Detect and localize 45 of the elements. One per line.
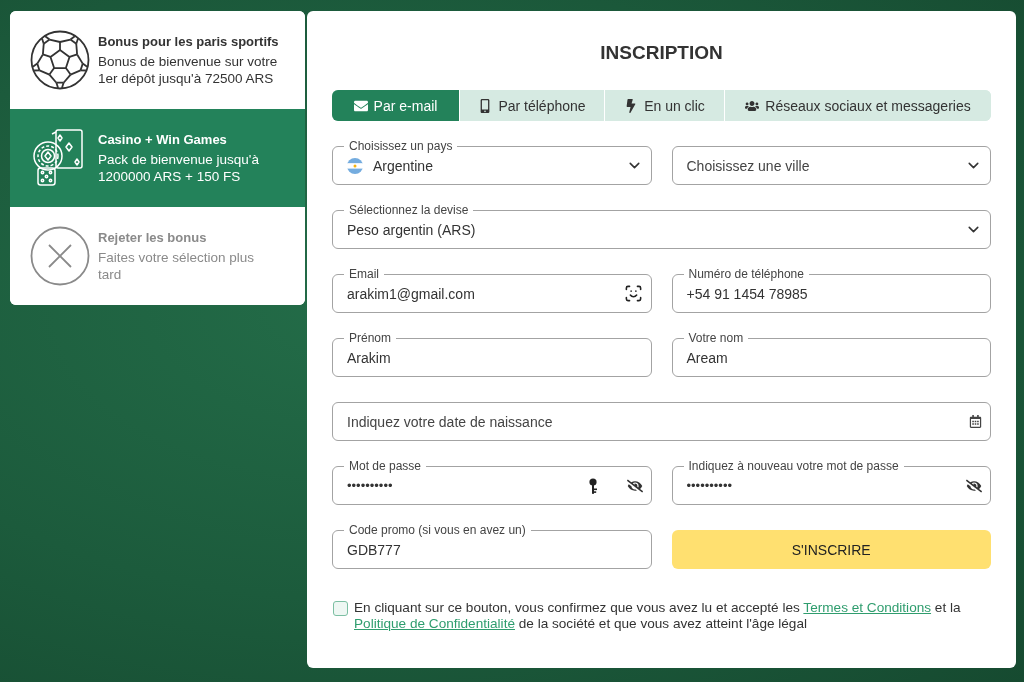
calendar-icon[interactable] [969, 415, 982, 428]
field-label: Prénom [348, 331, 393, 345]
soccer-ball-icon [30, 30, 90, 90]
face-scan-icon[interactable] [623, 284, 643, 303]
bonus-title: Casino + Win Games [98, 131, 228, 148]
field-label: Code promo (si vous en avez un) [348, 523, 527, 537]
field-label: Choisissez un pays [348, 139, 454, 153]
field-label: Email [348, 267, 380, 281]
text-field[interactable]: Numéro de téléphone +54 91 1454 78985 [671, 267, 991, 313]
dropdown-field[interactable]: Sélectionnez la devise Peso argentin (ARS) [332, 203, 991, 249]
text-field[interactable]: Votre nom Aream [671, 331, 991, 377]
bonus-description: Pack de bienvenue jusqu'à 1200000 ARS + 150 FS [98, 150, 260, 185]
field-label: Indiquez à nouveau votre mot de passe [687, 459, 900, 473]
form-title: INSCRIPTION [599, 42, 724, 64]
field-label: Numéro de téléphone [687, 267, 805, 281]
eye-slash-icon[interactable] [626, 477, 643, 494]
users-icon [745, 98, 760, 113]
password-field[interactable]: Indiquez à nouveau votre mot de passe •••••••••• [671, 459, 991, 505]
country-select[interactable]: Choisissez un pays Argentine [332, 139, 652, 185]
bonus-title: Rejeter les bonus [98, 229, 208, 246]
field-label: Sélectionnez la devise [348, 203, 470, 217]
date-field[interactable]: Indiquez votre date de naissance [332, 402, 991, 441]
bonus-description: Faites votre sélection plus tard [98, 248, 256, 283]
tab[interactable]: Réseaux sociaux et messageries [724, 90, 991, 121]
bonus-title: Bonus pour les paris sportifs [98, 33, 279, 50]
bonus-option[interactable]: Casino + Win Games Pack de bienvenue jusqu'à 1200000 ARS + 150 FS [10, 109, 305, 207]
bonus-description: Bonus de bienvenue sur votre 1er dépôt jusqu'à 72500 ARS [98, 52, 279, 87]
eye-slash-icon[interactable] [966, 477, 982, 494]
submit-button[interactable]: S'INSCRIRE [671, 530, 991, 569]
checkbox[interactable] [333, 601, 348, 616]
field-label: Mot de passe [348, 459, 423, 473]
password-field[interactable]: Mot de passe •••••••••• [332, 459, 652, 505]
dropdown-field[interactable]: Choisissez une ville [671, 146, 991, 185]
envelope-icon [353, 98, 368, 113]
close-circle-icon [30, 226, 90, 286]
field-label: Votre nom [687, 331, 745, 345]
key-icon[interactable] [588, 477, 598, 494]
link[interactable]: Termes et Conditions [803, 600, 932, 615]
text-field[interactable]: Code promo (si vous en avez un) GDB777 [332, 523, 652, 569]
tab[interactable]: Par e-mail [332, 90, 459, 121]
flag-icon [347, 157, 363, 174]
email-field[interactable]: Email arakim1@gmail.com [332, 267, 652, 313]
text-field[interactable]: Prénom Arakim [332, 331, 652, 377]
link[interactable]: Politique de Confidentialité [354, 616, 515, 631]
consent-text: En cliquant sur ce bouton, vous confirmez que vous avez lu et accepté les Termes et Conditions et la Politique de Confidentialité de la société et que vous avez atteint l'âge légal [354, 600, 962, 632]
